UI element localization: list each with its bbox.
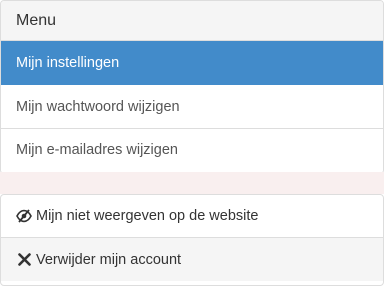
alert-strip bbox=[0, 172, 384, 194]
menu-heading: Menu bbox=[1, 1, 383, 41]
close-icon bbox=[16, 252, 32, 268]
eye-slash-icon bbox=[16, 208, 32, 224]
hide-profile-label: Mijn niet weergeven op de website bbox=[36, 208, 259, 224]
account-actions-panel: Mijn niet weergeven op de website Verwij… bbox=[0, 194, 384, 286]
menu-item-mijn-instellingen[interactable]: Mijn instellingen bbox=[1, 41, 383, 85]
delete-account-label: Verwijder mijn account bbox=[36, 251, 182, 268]
hide-profile-button[interactable]: Mijn niet weergeven op de website bbox=[1, 195, 383, 238]
delete-account-button[interactable]: Verwijder mijn account bbox=[1, 238, 383, 281]
menu-item-emailadres-wijzigen[interactable]: Mijn e-mailadres wijzigen bbox=[1, 129, 383, 172]
menu-item-wachtwoord-wijzigen[interactable]: Mijn wachtwoord wijzigen bbox=[1, 85, 383, 129]
settings-menu-panel: Menu Mijn instellingen Mijn wachtwoord w… bbox=[0, 0, 384, 174]
